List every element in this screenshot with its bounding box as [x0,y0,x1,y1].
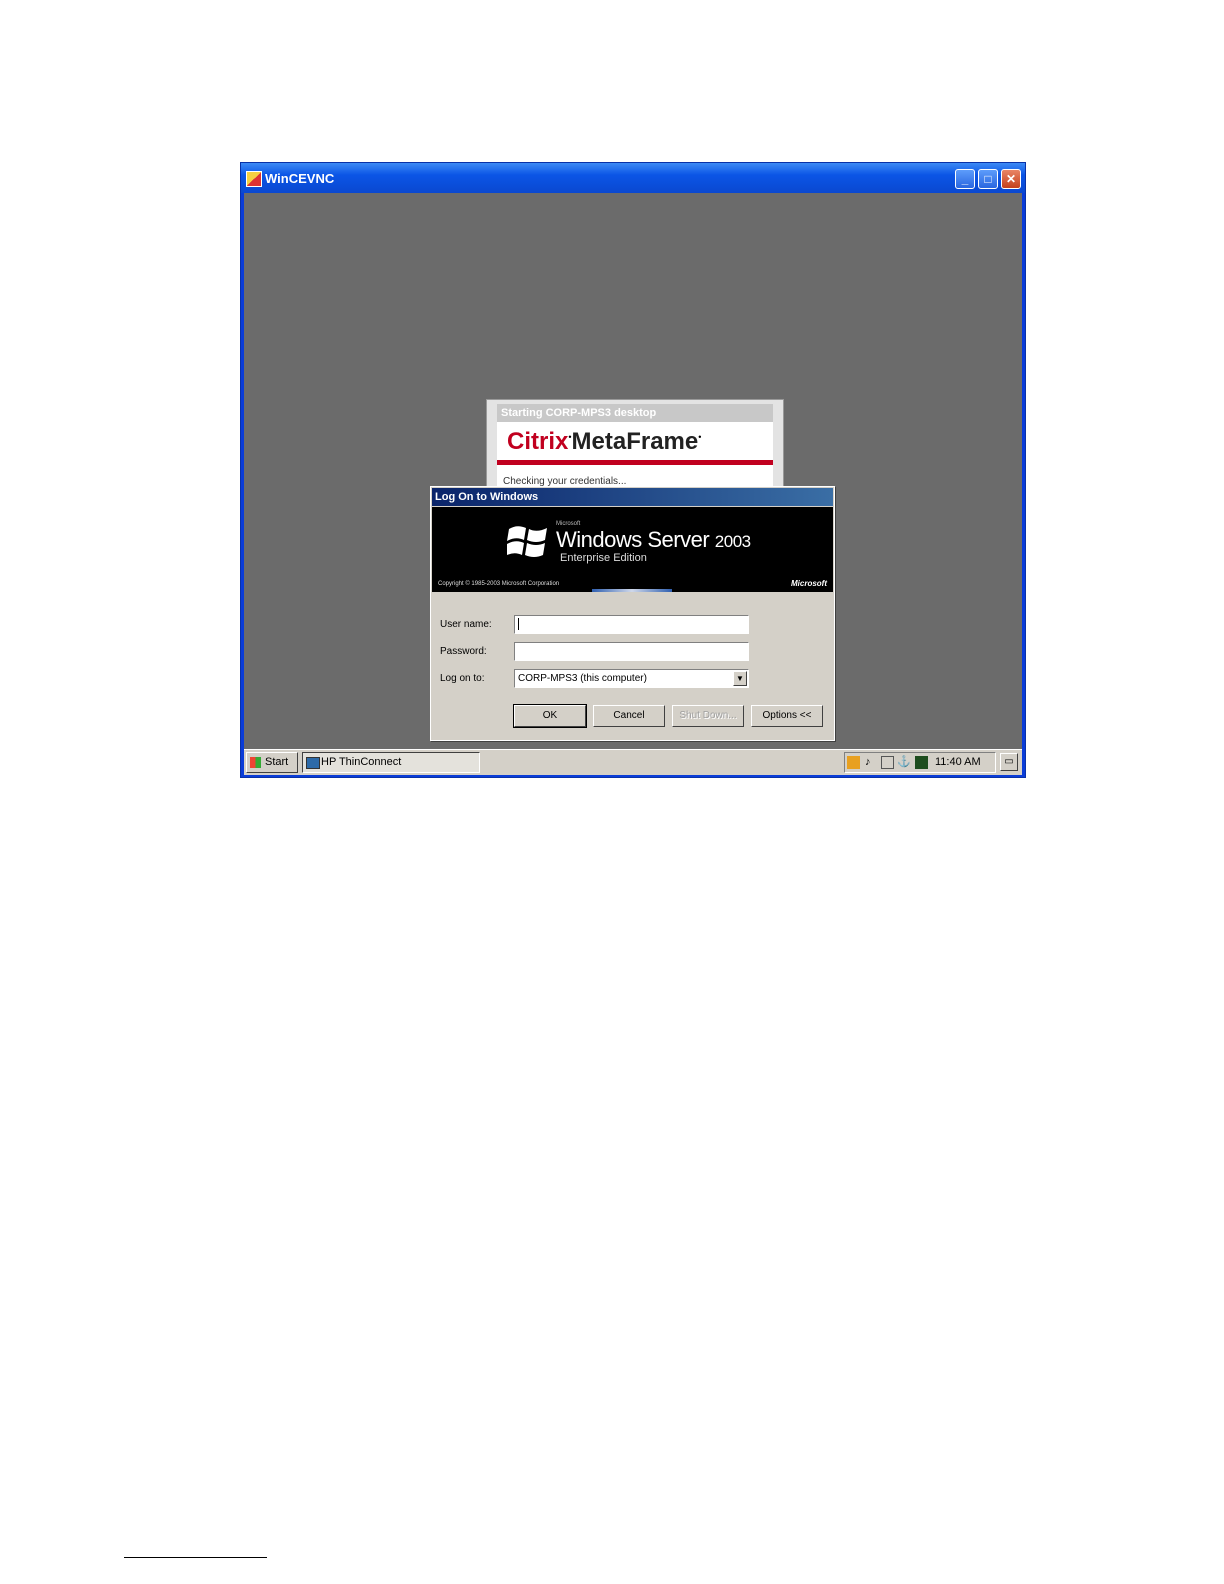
citrix-panel: Citrix•MetaFrame• Checking your credenti… [497,422,773,492]
windows-flag-icon [507,526,547,557]
vnc-window-title: WinCEVNC [265,171,335,186]
start-logo-icon [250,757,261,768]
username-label: User name: [440,619,492,630]
dropdown-arrow-icon[interactable]: ▼ [733,671,747,686]
vnc-app-icon [246,171,262,187]
citrix-metaframe-logo: Citrix•MetaFrame• [507,428,702,455]
start-label: Start [265,756,289,768]
logon-dialog-title[interactable]: Log On to Windows [432,488,833,506]
logon-to-value: CORP-MPS3 (this computer) [518,673,647,684]
footnote-rule [124,1557,267,1558]
thinconnect-icon [306,757,320,769]
citrix-splash-window: Starting CORP-MPS3 desktop Citrix•MetaFr… [486,399,784,499]
shutdown-button: Shut Down... [672,705,744,727]
taskbar-item-label: HP ThinConnect [321,756,402,768]
banner-product-name: Windows Server 2003 [556,527,751,552]
logon-to-label: Log on to: [440,673,485,684]
connection-icon[interactable] [881,756,894,769]
maximize-button[interactable]: □ [978,169,998,189]
ok-button[interactable]: OK [513,704,587,728]
system-tray: ♪ ⚓ 11:40 AM [844,752,996,773]
vnc-window: WinCEVNC _ □ ✕ Starting CORP-MPS3 deskto… [240,162,1026,778]
start-button[interactable]: Start [246,752,298,773]
banner-copyright: Copyright © 1985-2003 Microsoft Corporat… [438,581,560,587]
windows-server-banner: Microsoft Windows Server 2003 Enterprise… [432,507,833,592]
network-icon[interactable] [847,756,860,769]
vnc-titlebar[interactable]: WinCEVNC _ □ ✕ [241,163,1025,193]
monitor-icon[interactable] [915,756,928,769]
password-input[interactable] [514,642,749,661]
options-button[interactable]: Options << [751,705,823,727]
text-caret [518,618,519,631]
minimize-button[interactable]: _ [955,169,975,189]
username-input[interactable] [514,615,749,634]
password-label: Password: [440,646,487,657]
citrix-red-bar [497,460,773,465]
volume-icon[interactable]: ♪ [865,756,878,769]
usb-icon[interactable]: ⚓ [897,756,911,769]
show-desktop-icon[interactable]: ▭ [1000,753,1018,771]
banner-stripe [592,589,672,592]
tray-clock[interactable]: 11:40 AM [935,753,981,772]
logon-to-select[interactable]: CORP-MPS3 (this computer) ▼ [514,669,749,688]
microsoft-logo: Microsoft [791,579,827,588]
banner-edition: Enterprise Edition [560,552,647,564]
taskbar-item-hp-thinconnect[interactable]: HP ThinConnect [302,752,480,773]
cancel-button[interactable]: Cancel [593,705,665,727]
taskbar: Start HP ThinConnect ♪ ⚓ 11:40 AM ▭ [244,749,1022,775]
close-button[interactable]: ✕ [1001,169,1021,189]
logon-dialog: Log On to Windows Microsoft Windows Serv… [430,486,835,741]
remote-desktop[interactable]: Starting CORP-MPS3 desktop Citrix•MetaFr… [244,193,1022,775]
citrix-splash-title: Starting CORP-MPS3 desktop [497,404,773,422]
